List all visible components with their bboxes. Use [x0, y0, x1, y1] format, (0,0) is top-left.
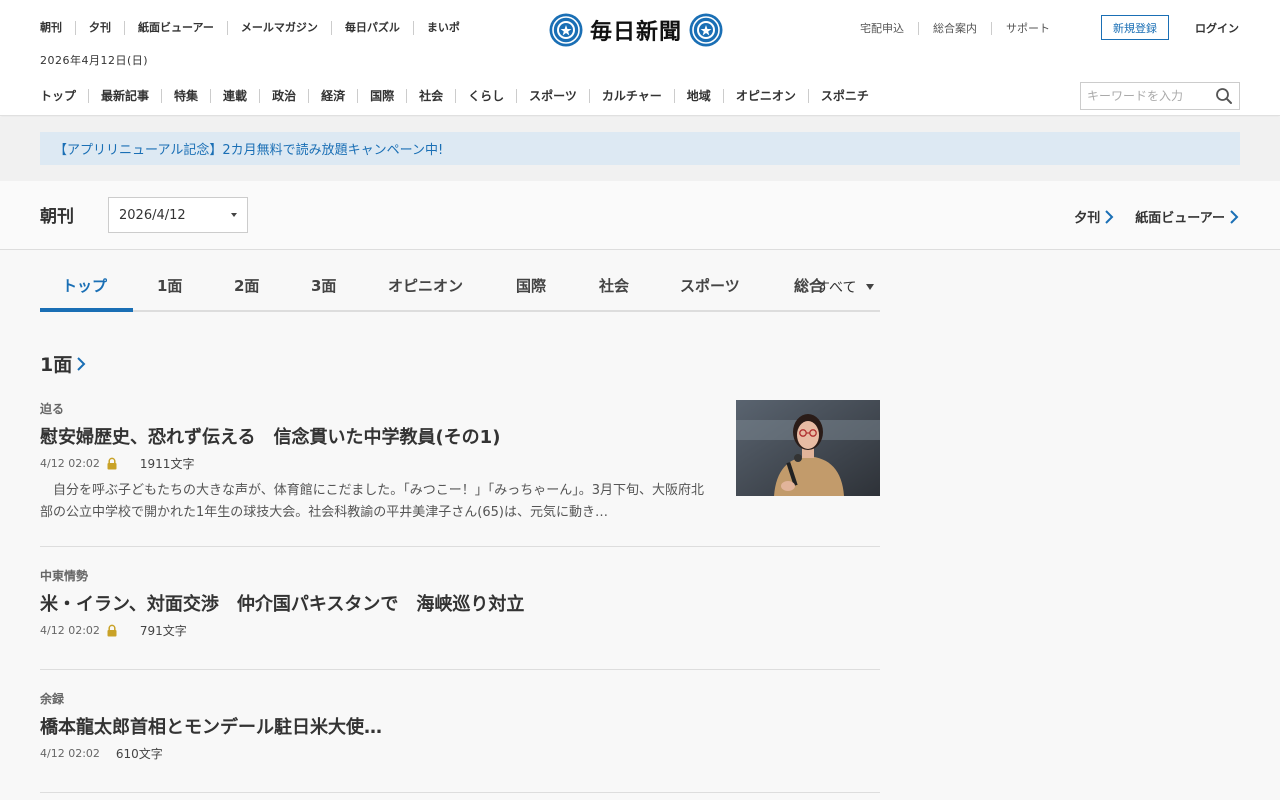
- info-link[interactable]: 総合案内: [918, 22, 991, 35]
- main-nav-latest[interactable]: 最新記事: [88, 89, 161, 103]
- article-char-count: 1911文字: [139, 457, 195, 471]
- lock-icon: [107, 624, 117, 637]
- photo-speaker-image: [736, 400, 880, 496]
- tab-top[interactable]: トップ: [62, 275, 107, 296]
- right-utility-nav: 宅配申込 総合案内 サポート: [860, 22, 1064, 35]
- chevron-right-icon: [77, 356, 86, 371]
- tab-page-3[interactable]: 3面: [311, 275, 336, 296]
- banner-zone: 【アプリリニューアル記念】2カ月無料で読み放題キャンペーン中!: [0, 117, 1280, 181]
- caret-down-icon: [866, 284, 875, 290]
- util-nav-maipo[interactable]: まいポ: [412, 21, 473, 35]
- site-header: 朝刊 夕刊 紙面ビューアー メールマガジン 毎日パズル まいポ 2026年4月1…: [0, 0, 1280, 116]
- edition-title: 朝刊: [40, 207, 74, 227]
- edition-date-value: 2026/4/12: [119, 207, 186, 223]
- login-link[interactable]: ログイン: [1195, 20, 1239, 36]
- article-char-count: 610文字: [115, 747, 163, 761]
- util-nav-morning[interactable]: 朝刊: [40, 21, 75, 35]
- tab-page-2[interactable]: 2面: [234, 275, 259, 296]
- caret-down-icon: [231, 213, 237, 217]
- article-time: 4/12 02:02: [40, 747, 100, 760]
- main-nav-economy[interactable]: 経済: [308, 89, 357, 103]
- main-nav-top[interactable]: トップ: [40, 89, 88, 103]
- article-item[interactable]: 中東情勢 米・イラン、対面交渉 仲介国パキスタンで 海峡巡り対立 4/12 02…: [40, 567, 880, 670]
- article-thumbnail[interactable]: [736, 400, 880, 496]
- tab-page-1[interactable]: 1面: [157, 275, 182, 296]
- main-nav-society[interactable]: 社会: [406, 89, 455, 103]
- tab-all-dropdown[interactable]: すべて: [816, 277, 875, 297]
- section-heading[interactable]: 1面: [40, 350, 87, 377]
- search-icon[interactable]: [1215, 87, 1233, 105]
- article-headline[interactable]: 橋本龍太郎首相とモンデール駐日米大使…: [40, 713, 880, 739]
- chevron-right-icon: [1105, 209, 1114, 224]
- campaign-banner[interactable]: 【アプリリニューアル記念】2カ月無料で読み放題キャンペーン中!: [40, 132, 1240, 165]
- search-box: [1080, 82, 1240, 110]
- article-time: 4/12 02:02: [40, 457, 100, 470]
- main-nav-sponichi[interactable]: スポニチ: [807, 89, 881, 103]
- main-nav-culture[interactable]: カルチャー: [588, 89, 674, 103]
- article-time: 4/12 02:02: [40, 624, 100, 637]
- main-nav-region[interactable]: 地域: [673, 89, 723, 103]
- article-char-count: 791文字: [139, 624, 187, 638]
- logo-emblem-icon: [549, 13, 583, 47]
- section-title: 1面: [40, 354, 73, 376]
- util-nav-evening[interactable]: 夕刊: [75, 21, 124, 35]
- tab-opinion[interactable]: オピニオン: [388, 275, 463, 296]
- viewer-link[interactable]: 紙面ビューアー: [1135, 207, 1240, 226]
- active-tab-indicator: [40, 308, 133, 312]
- main-nav: トップ 最新記事 特集 連載 政治 経済 国際 社会 くらし スポーツ カルチャ…: [40, 88, 881, 104]
- logo-text: 毎日新聞: [590, 19, 683, 45]
- article-headline[interactable]: 米・イラン、対面交渉 仲介国パキスタンで 海峡巡り対立: [40, 590, 880, 616]
- main-nav-opinion[interactable]: オピニオン: [722, 89, 808, 103]
- article-meta: 4/12 02:02 791文字: [40, 622, 880, 639]
- main-nav-sports[interactable]: スポーツ: [516, 89, 589, 103]
- util-nav-newsletter[interactable]: メールマガジン: [226, 21, 331, 35]
- article-item[interactable]: 迫る 慰安婦歴史、恐れず伝える 信念貫いた中学教員(その1) 4/12 02:0…: [40, 400, 880, 547]
- register-button[interactable]: 新規登録: [1101, 15, 1169, 40]
- edition-date-select[interactable]: 2026/4/12: [108, 197, 248, 233]
- article-meta: 4/12 02:02 610文字: [40, 745, 880, 762]
- main-nav-politics[interactable]: 政治: [259, 89, 308, 103]
- site-logo[interactable]: 毎日新聞: [549, 13, 731, 47]
- logo-emblem-icon: [689, 13, 723, 47]
- main-nav-life[interactable]: くらし: [455, 89, 516, 103]
- utility-nav: 朝刊 夕刊 紙面ビューアー メールマガジン 毎日パズル まいポ: [40, 20, 473, 36]
- article-kicker: 中東情勢: [40, 569, 89, 583]
- page-tabs: トップ 1面 2面 3面 オピニオン 国際 社会 スポーツ 総合 すべて: [40, 260, 880, 312]
- article-item[interactable]: 余録 橋本龍太郎首相とモンデール駐日米大使… 4/12 02:02 610文字: [40, 690, 880, 793]
- article-kicker: 余録: [40, 692, 65, 706]
- main-nav-series[interactable]: 連載: [210, 89, 259, 103]
- support-link[interactable]: サポート: [991, 22, 1064, 35]
- tab-sports[interactable]: スポーツ: [680, 275, 740, 296]
- tab-all-label: すべて: [816, 280, 857, 296]
- util-nav-puzzle[interactable]: 毎日パズル: [330, 21, 413, 35]
- lock-icon: [107, 457, 117, 470]
- article-excerpt: 自分を呼ぶ子どもたちの大きな声が、体育館にこだました。「みつこー！」「みっちゃー…: [40, 483, 704, 520]
- viewer-link-label: 紙面ビューアー: [1135, 211, 1225, 226]
- evening-edition-link[interactable]: 夕刊: [1074, 207, 1115, 226]
- delivery-link[interactable]: 宅配申込: [860, 22, 918, 35]
- search-input[interactable]: [1081, 84, 1209, 108]
- tab-society[interactable]: 社会: [599, 275, 629, 296]
- evening-edition-label: 夕刊: [1074, 211, 1101, 226]
- current-date: 2026年4月12日(日): [40, 54, 149, 67]
- tab-international[interactable]: 国際: [516, 275, 546, 296]
- edition-links: 夕刊 紙面ビューアー: [1054, 207, 1240, 226]
- main-nav-features[interactable]: 特集: [161, 89, 210, 103]
- edition-bar: 朝刊 2026/4/12 夕刊 紙面ビューアー: [0, 181, 1280, 250]
- chevron-right-icon: [1230, 209, 1239, 224]
- util-nav-viewer[interactable]: 紙面ビューアー: [124, 21, 227, 35]
- main-nav-international[interactable]: 国際: [357, 89, 406, 103]
